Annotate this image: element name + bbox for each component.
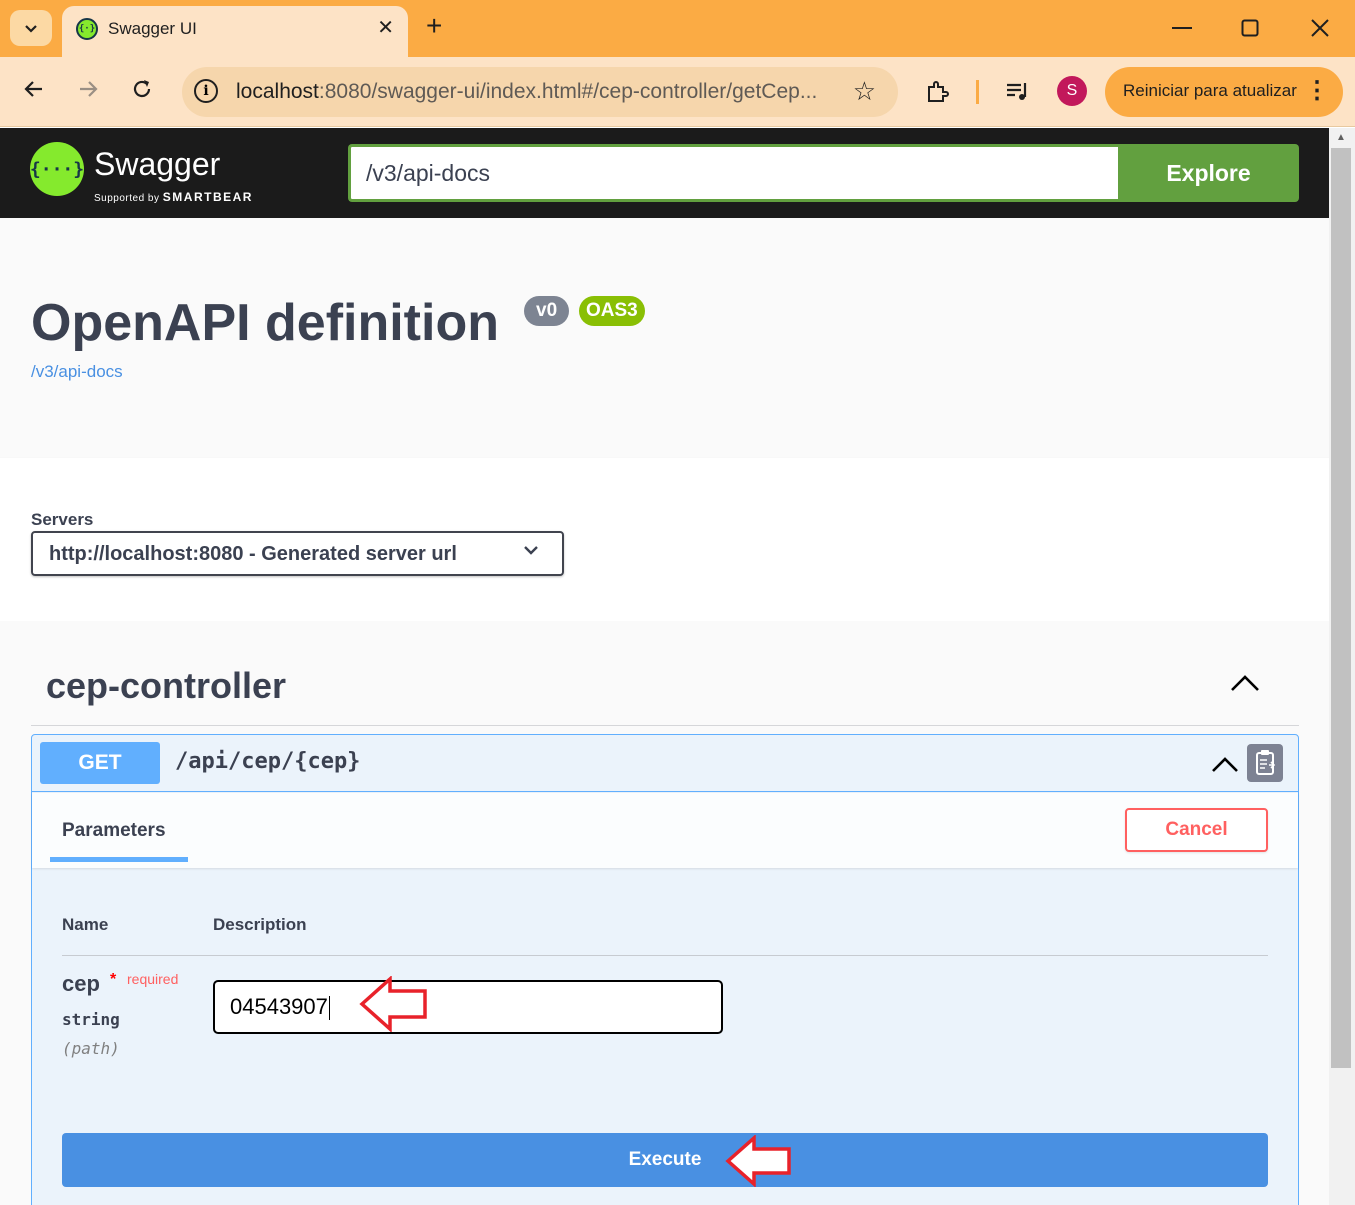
spec-link[interactable]: /v3/api-docs <box>31 362 123 382</box>
servers-label: Servers <box>31 510 94 529</box>
params-divider <box>62 955 1268 956</box>
reload-icon[interactable] <box>130 77 154 101</box>
tag-title[interactable]: cep-controller <box>46 665 286 707</box>
annotation-arrow-icon <box>359 976 427 1032</box>
param-name: cep <box>62 971 100 996</box>
operation-summary[interactable]: GET /api/cep/{cep} <box>32 735 1298 792</box>
chevron-down-icon <box>25 25 37 33</box>
chevron-down-icon <box>524 546 538 555</box>
explore-button[interactable]: Explore <box>1118 144 1299 202</box>
text-cursor <box>328 996 330 1021</box>
tag-section: cep-controller GET /api/cep/{cep} Parame… <box>0 621 1329 1205</box>
servers-section: Servers http://localhost:8080 - Generate… <box>0 458 1329 621</box>
annotation-arrow-icon <box>725 1135 791 1187</box>
swagger-logo-icon[interactable]: {···} <box>30 142 84 196</box>
column-header-description: Description <box>213 915 307 934</box>
collapse-operation-chevron-icon[interactable] <box>1209 749 1241 781</box>
required-label: required <box>127 971 179 987</box>
clipboard-icon <box>1256 750 1276 775</box>
execute-button[interactable]: Execute <box>62 1133 1268 1187</box>
collapse-tag-chevron-icon[interactable] <box>1228 667 1262 701</box>
swagger-supported-by: Supported by SMARTBEAR <box>94 190 253 204</box>
more-menu-icon[interactable]: ⋮ <box>1305 76 1329 105</box>
maximize-icon[interactable] <box>1241 19 1259 37</box>
close-window-icon[interactable] <box>1310 18 1330 38</box>
swagger-favicon-icon: {·} <box>76 18 98 40</box>
toolbar-divider <box>976 80 979 104</box>
copy-to-clipboard-button[interactable] <box>1247 744 1283 782</box>
page-title: OpenAPI definition <box>31 294 499 352</box>
operation-tabs: Parameters Cancel <box>32 793 1298 868</box>
api-info: OpenAPI definition v0 OAS3 /v3/api-docs <box>0 218 1329 458</box>
method-badge: GET <box>40 742 160 784</box>
browser-tab[interactable]: {·} Swagger UI ✕ <box>62 6 408 57</box>
close-tab-icon[interactable]: ✕ <box>377 15 394 40</box>
tab-parameters[interactable]: Parameters <box>62 820 166 842</box>
operation-path: /api/cep/{cep} <box>175 749 361 774</box>
swagger-brand: Swagger <box>94 146 221 182</box>
minimize-icon[interactable] <box>1172 26 1192 30</box>
spec-url-input[interactable]: /v3/api-docs <box>348 144 1118 202</box>
browser-toolbar: i localhost:8080/swagger-ui/index.html#/… <box>0 57 1355 127</box>
operation-block: GET /api/cep/{cep} Parameters Cancel Nam… <box>31 734 1299 1205</box>
browser-tabbar: {·} Swagger UI ✕ + <box>0 0 1355 57</box>
address-url[interactable]: localhost:8080/swagger-ui/index.html#/ce… <box>236 80 817 104</box>
column-header-name: Name <box>62 915 109 934</box>
required-star: * <box>110 971 117 988</box>
back-icon[interactable] <box>22 77 46 101</box>
scrollbar-thumb[interactable] <box>1331 148 1351 1068</box>
site-info-icon[interactable]: i <box>194 79 218 103</box>
oas-badge: OAS3 <box>579 296 645 326</box>
tab-title: Swagger UI <box>108 19 197 38</box>
media-queue-icon[interactable] <box>1005 79 1031 105</box>
forward-icon[interactable] <box>76 77 100 101</box>
page-viewport: {···} Swagger Supported by SMARTBEAR /v3… <box>0 128 1329 1205</box>
tab-search-button[interactable] <box>10 10 52 46</box>
version-badge: v0 <box>524 296 570 326</box>
param-location: (path) <box>62 1039 120 1058</box>
cancel-button[interactable]: Cancel <box>1125 808 1268 852</box>
scroll-up-icon[interactable]: ▲ <box>1336 132 1346 143</box>
param-type: string <box>62 1010 120 1029</box>
bookmark-star-icon[interactable]: ☆ <box>853 76 876 107</box>
cep-input[interactable]: 04543907 <box>213 980 723 1034</box>
active-tab-indicator <box>50 857 188 862</box>
address-bar[interactable]: i localhost:8080/swagger-ui/index.html#/… <box>182 67 898 117</box>
tag-divider <box>31 725 1299 726</box>
servers-select[interactable]: http://localhost:8080 - Generated server… <box>31 531 564 576</box>
page-scrollbar[interactable]: ▲ <box>1329 128 1355 1205</box>
profile-avatar[interactable]: S <box>1057 76 1087 106</box>
swagger-topbar: {···} Swagger Supported by SMARTBEAR /v3… <box>0 128 1329 218</box>
extensions-icon[interactable] <box>925 79 951 105</box>
new-tab-icon[interactable]: + <box>426 10 442 42</box>
restart-to-update-button[interactable]: Reiniciar para atualizar ⋮ <box>1105 67 1343 117</box>
